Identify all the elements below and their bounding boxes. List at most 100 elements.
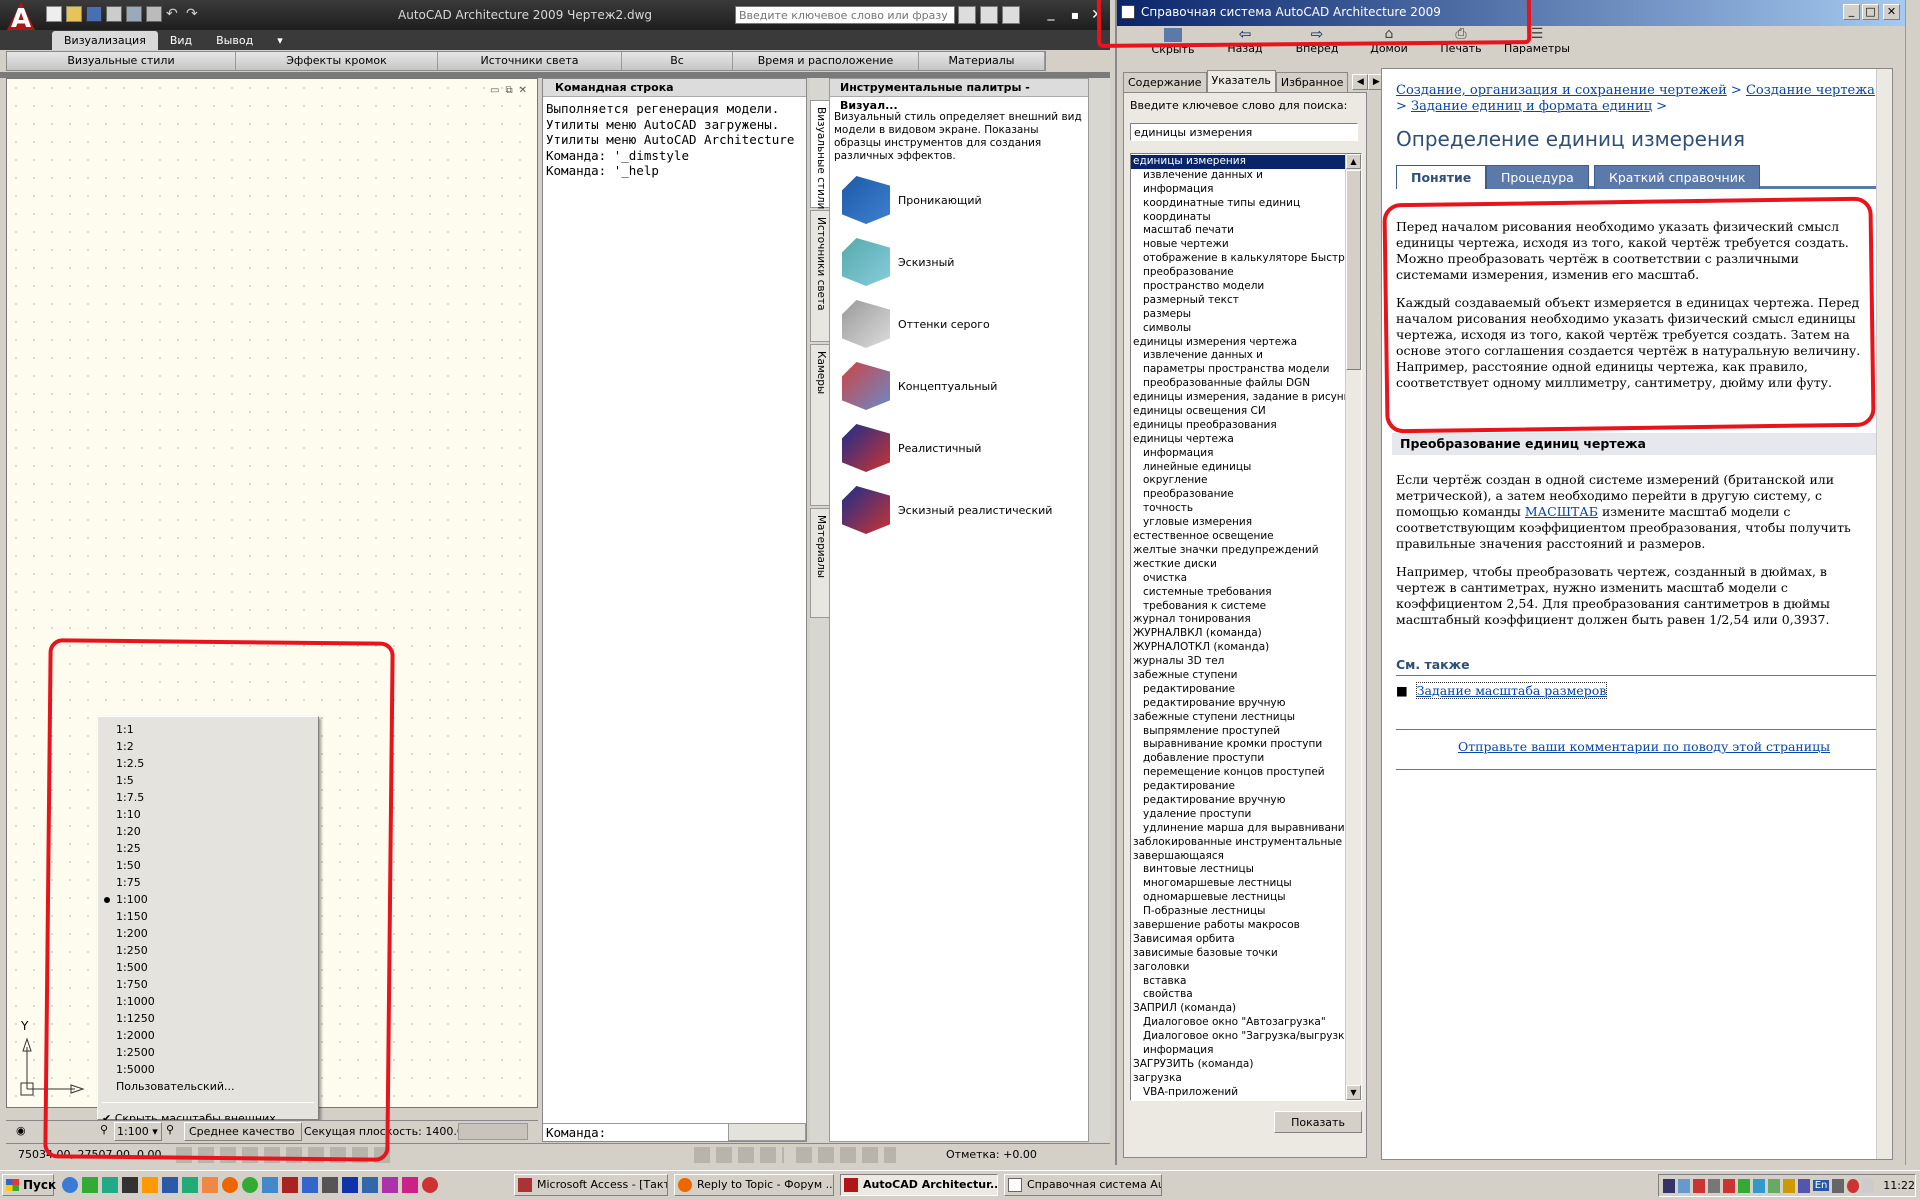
palette-tab-cameras[interactable]: Камеры <box>810 344 830 506</box>
ribbon-panel-edge-effects[interactable]: Эффекты кромок <box>236 52 438 70</box>
index-list-item[interactable]: преобразование <box>1131 266 1345 280</box>
tab-quick-reference[interactable]: Краткий справочник <box>1594 165 1761 189</box>
nav-tab-left-icon[interactable]: ◀ <box>1352 74 1369 90</box>
index-list-item[interactable]: жесткие диски <box>1131 558 1345 572</box>
ribbon-dropdown-icon[interactable]: ▾ <box>265 31 295 50</box>
app-icon[interactable] <box>202 1177 218 1193</box>
palette-tool-item[interactable]: Эскизный реалистический <box>842 479 1088 541</box>
maximize-icon[interactable]: ▪ <box>1066 6 1084 24</box>
tray-icon[interactable] <box>1752 1178 1765 1193</box>
index-list-item[interactable]: загрузка <box>1131 1072 1345 1086</box>
index-list-item[interactable]: завершающаяся <box>1131 850 1345 864</box>
autocad-search-input[interactable] <box>735 6 955 24</box>
index-list-item[interactable]: округление <box>1131 474 1345 488</box>
undo-icon[interactable]: ↶ <box>166 6 182 22</box>
ribbon-panel-visual-styles[interactable]: Визуальные стили <box>7 52 236 70</box>
ribbon-tab-view[interactable]: Вид <box>158 31 204 50</box>
scale-command-link[interactable]: МАСШТАБ <box>1525 504 1598 519</box>
index-list-item[interactable]: заголовки <box>1131 961 1345 975</box>
ribbon-tab-output[interactable]: Вывод <box>204 31 265 50</box>
network-icon[interactable] <box>1767 1178 1780 1193</box>
help-maximize-icon[interactable]: □ <box>1862 4 1879 20</box>
open-folder-icon[interactable] <box>66 6 82 22</box>
viewport-restore-icon[interactable]: ⧉ <box>505 85 512 96</box>
index-list-item[interactable]: координатные типы единиц <box>1131 197 1345 211</box>
print-icon[interactable] <box>106 6 122 22</box>
breadcrumb-link[interactable]: Создание, организация и сохранение черте… <box>1396 83 1727 98</box>
viewport-close-icon[interactable]: ✕ <box>519 85 527 96</box>
index-list-item[interactable]: добавление проступи <box>1131 752 1345 766</box>
app-icon[interactable] <box>242 1177 258 1193</box>
language-indicator[interactable]: En <box>1812 1180 1830 1191</box>
app-icon[interactable] <box>422 1177 438 1193</box>
index-list-item[interactable]: новые чертежи <box>1131 238 1345 252</box>
indesign-icon[interactable] <box>402 1177 418 1193</box>
volume-icon[interactable] <box>1707 1178 1720 1193</box>
ribbon-tab-visualization[interactable]: Визуализация <box>52 31 158 50</box>
feedback-link[interactable]: Отправьте ваши комментарии по поводу это… <box>1458 739 1830 754</box>
index-list-item[interactable]: пространство модели <box>1131 280 1345 294</box>
index-list-item[interactable]: очистка <box>1131 572 1345 586</box>
taskbar-button-forum[interactable]: Reply to Topic - Форум ... <box>674 1174 834 1196</box>
index-list-item[interactable]: выравнивание кромки проступи <box>1131 738 1345 752</box>
ribbon-panel-lights[interactable]: Источники света <box>438 52 622 70</box>
palette-tab-materials[interactable]: Материалы <box>810 508 830 618</box>
index-list-item[interactable]: масштаб печати <box>1131 224 1345 238</box>
illustrator-icon[interactable] <box>142 1177 158 1193</box>
photoshop-icon[interactable] <box>162 1177 178 1193</box>
app-icon[interactable] <box>322 1177 338 1193</box>
app-icon[interactable] <box>262 1177 278 1193</box>
index-list-item[interactable]: преобразование <box>1131 488 1345 502</box>
index-list-item[interactable]: заблокированные инструментальные пал... <box>1131 836 1345 850</box>
index-list-item[interactable]: единицы измерения, задание в рисунках <box>1131 391 1345 405</box>
index-list-item[interactable]: завершение работы макросов <box>1131 919 1345 933</box>
eye-icon[interactable]: ◉ <box>16 1124 26 1137</box>
palette-tab-visual-styles[interactable]: Визуальные стили <box>810 100 830 209</box>
index-list-item[interactable]: зависимые базовые точки <box>1131 947 1345 961</box>
index-list-item[interactable]: Зависимая орбита <box>1131 933 1345 947</box>
index-list-item[interactable]: точность <box>1131 502 1345 516</box>
index-list-item[interactable]: требования к системе <box>1131 600 1345 614</box>
tray-icon[interactable] <box>1663 1178 1675 1193</box>
index-list-item[interactable]: информация <box>1131 1044 1345 1058</box>
help-minimize-icon[interactable]: _ <box>1843 4 1860 20</box>
app-icon[interactable] <box>282 1177 298 1193</box>
index-list-item[interactable]: редактирование вручную <box>1131 697 1345 711</box>
index-list-item[interactable]: свойства <box>1131 988 1345 1002</box>
index-list-item[interactable]: ЖУРНАЛВКЛ (команда) <box>1131 627 1345 641</box>
taskbar-button-autocad[interactable]: AutoCAD Architectur... <box>840 1174 998 1196</box>
tray-icon[interactable] <box>1797 1178 1810 1193</box>
ribbon-panel-sun[interactable]: Вс <box>622 52 733 70</box>
desktop-icon[interactable] <box>82 1177 98 1193</box>
index-list-item[interactable]: естественное освещение <box>1131 530 1345 544</box>
taskbar-button-help[interactable]: Справочная система Au... <box>1004 1174 1162 1196</box>
scroll-up-icon[interactable]: ▲ <box>1346 154 1361 169</box>
tray-icon[interactable] <box>1677 1178 1690 1193</box>
command-scrollbar[interactable] <box>728 1123 806 1141</box>
app-icon[interactable] <box>382 1177 398 1193</box>
index-list-item[interactable]: забежные ступени <box>1131 669 1345 683</box>
index-list-item[interactable]: координаты <box>1131 211 1345 225</box>
favorites-star-icon[interactable]: ☆ <box>1002 6 1020 24</box>
index-list-item[interactable]: символы <box>1131 322 1345 336</box>
minimize-icon[interactable]: _ <box>1042 6 1060 24</box>
tray-icon[interactable] <box>1782 1178 1795 1193</box>
index-list-item[interactable]: ЖУРНАЛОТКЛ (команда) <box>1131 641 1345 655</box>
publish-icon[interactable] <box>146 6 162 22</box>
index-list-item[interactable]: извлечение данных и <box>1131 169 1345 183</box>
content-scrollbar[interactable] <box>1876 69 1892 1159</box>
viewport-minimize-icon[interactable]: ▭ <box>490 85 499 96</box>
index-list-item[interactable]: размеры <box>1131 308 1345 322</box>
app-icon[interactable] <box>102 1177 118 1193</box>
index-list-item[interactable]: журналы 3D тел <box>1131 655 1345 669</box>
palette-tool-item[interactable]: Концептуальный <box>842 355 1088 417</box>
index-list-item[interactable]: параметры пространства модели <box>1131 363 1345 377</box>
palette-tool-item[interactable]: Проникающий <box>842 169 1088 231</box>
index-list-item[interactable]: ЗАГРУЗИТЬ (команда) <box>1131 1058 1345 1072</box>
index-list-item[interactable]: перемещение концов проступей <box>1131 766 1345 780</box>
tab-procedure[interactable]: Процедура <box>1486 165 1589 189</box>
index-list-item[interactable]: редактирование <box>1131 780 1345 794</box>
tray-clock[interactable]: 11:22 <box>1883 1179 1915 1192</box>
tray-icon[interactable] <box>1737 1178 1750 1193</box>
index-list-item[interactable]: Диалоговое окно "Загрузка/выгрузка пр... <box>1131 1030 1345 1044</box>
